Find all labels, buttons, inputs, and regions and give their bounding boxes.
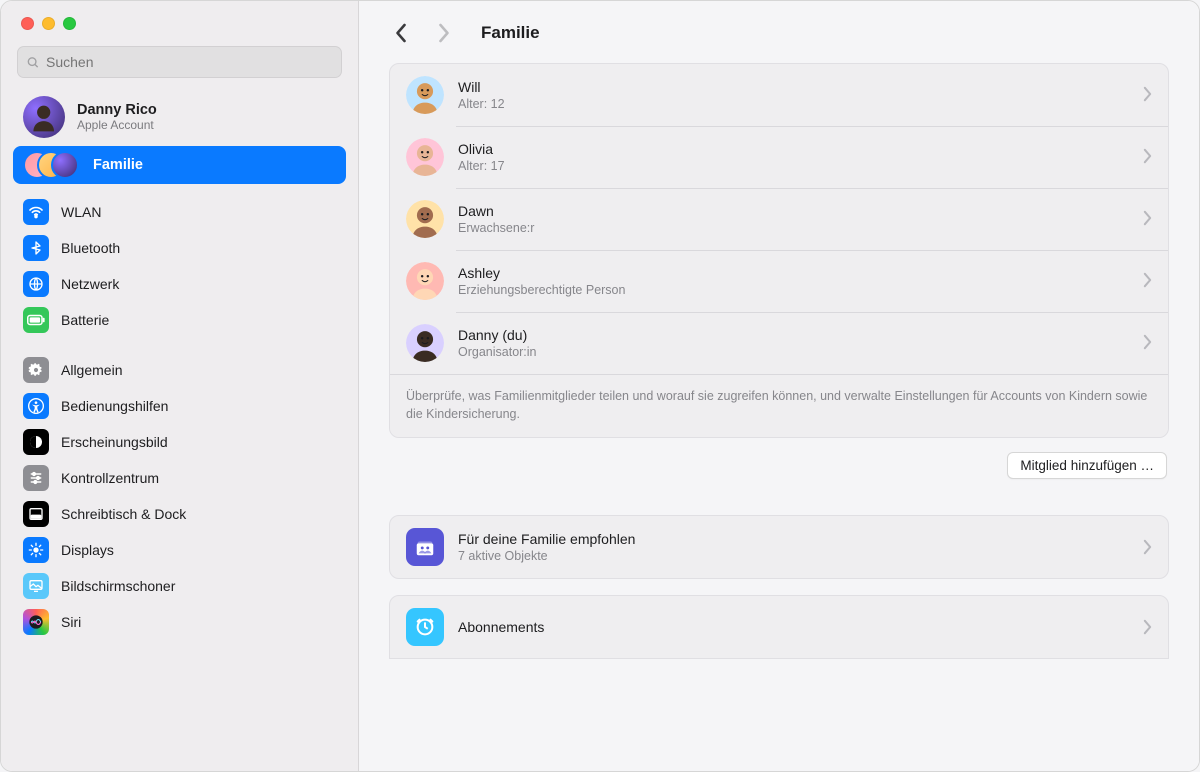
account-sub: Apple Account — [77, 118, 157, 132]
sliders-icon — [23, 465, 49, 491]
recommended-card: Für deine Familie empfohlen 7 aktive Obj… — [389, 515, 1169, 579]
sidebar-item-wlan[interactable]: WLAN — [13, 194, 346, 230]
sidebar-item-kontrollzentrum[interactable]: Kontrollzentrum — [13, 460, 346, 496]
family-member-row[interactable]: Ashley Erziehungsberechtigte Person — [390, 250, 1168, 312]
toolbar: Familie — [359, 1, 1199, 63]
content-pane: Familie Will Alter: 12 Olivia Alter: 17 Dawn… — [359, 1, 1199, 771]
sidebar-item-label: Bedienungshilfen — [61, 398, 168, 414]
sidebar-item-label: Batterie — [61, 312, 109, 328]
chevron-right-icon — [437, 23, 450, 43]
sidebar-item-label: Kontrollzentrum — [61, 470, 159, 486]
recommended-row[interactable]: Für deine Familie empfohlen 7 aktive Obj… — [390, 516, 1168, 578]
member-sub: Erwachsene:r — [458, 221, 1129, 235]
battery-icon — [23, 307, 49, 333]
sidebar-item-displays[interactable]: Displays — [13, 532, 346, 568]
screensaver-icon — [23, 573, 49, 599]
chevron-right-icon — [1143, 86, 1152, 105]
settings-window: Danny Rico Apple Account Familie WLAN Blu… — [0, 0, 1200, 772]
member-name: Dawn — [458, 203, 1129, 219]
sidebar-item-bildschirmschoner[interactable]: Bildschirmschoner — [13, 568, 346, 604]
chevron-right-icon — [1143, 334, 1152, 353]
sidebar-item-label: Familie — [93, 157, 143, 173]
bluetooth-icon — [23, 235, 49, 261]
appearance-icon — [23, 429, 49, 455]
chevron-left-icon — [395, 23, 408, 43]
member-sub: Erziehungsberechtigte Person — [458, 283, 1129, 297]
sidebar-item-bedienungshilfen[interactable]: Bedienungshilfen — [13, 388, 346, 424]
sidebar-item-label: Bluetooth — [61, 240, 120, 256]
chevron-right-icon — [1143, 148, 1152, 167]
sidebar-item-bluetooth[interactable]: Bluetooth — [13, 230, 346, 266]
gear-icon — [23, 357, 49, 383]
chevron-right-icon — [1143, 619, 1152, 635]
sidebar-item-batterie[interactable]: Batterie — [13, 302, 346, 338]
sidebar-item-label: Bildschirmschoner — [61, 578, 175, 594]
recommended-sub: 7 aktive Objekte — [458, 549, 1129, 563]
family-avatars-icon — [23, 151, 81, 179]
family-members-footer: Überprüfe, was Familienmitglieder teilen… — [390, 374, 1168, 437]
access-icon — [23, 393, 49, 419]
wifi-icon — [23, 199, 49, 225]
family-member-row[interactable]: Will Alter: 12 — [390, 64, 1168, 126]
recommended-title: Für deine Familie empfohlen — [458, 531, 1129, 547]
window-controls — [1, 1, 358, 40]
subscriptions-row[interactable]: Abonnements — [390, 596, 1168, 658]
add-member-button[interactable]: Mitglied hinzufügen … — [1007, 452, 1167, 479]
member-avatar — [406, 138, 444, 176]
minimize-window-button[interactable] — [42, 17, 55, 30]
family-members-card: Will Alter: 12 Olivia Alter: 17 Dawn Erwachse… — [389, 63, 1169, 438]
sidebar-item-schreibtisch-dock[interactable]: Schreibtisch & Dock — [13, 496, 346, 532]
chevron-right-icon — [1143, 539, 1152, 555]
close-window-button[interactable] — [21, 17, 34, 30]
search-input[interactable] — [46, 54, 333, 70]
member-sub: Organisator:in — [458, 345, 1129, 359]
subscriptions-card: Abonnements — [389, 595, 1169, 659]
chevron-right-icon — [1143, 210, 1152, 229]
sidebar-item-label: Netzwerk — [61, 276, 119, 292]
sidebar-item-label: Schreibtisch & Dock — [61, 506, 186, 522]
sidebar-item-label: Erscheinungsbild — [61, 434, 168, 450]
family-member-row[interactable]: Dawn Erwachsene:r — [390, 188, 1168, 250]
member-avatar — [406, 76, 444, 114]
family-member-row[interactable]: Danny (du) Organisator:in — [390, 312, 1168, 374]
subscriptions-title: Abonnements — [458, 619, 1129, 635]
fullscreen-window-button[interactable] — [63, 17, 76, 30]
sidebar-item-account[interactable]: Danny Rico Apple Account — [13, 88, 346, 146]
member-name: Ashley — [458, 265, 1129, 281]
display-icon — [23, 537, 49, 563]
sidebar-item-label: WLAN — [61, 204, 101, 220]
sidebar-item-family[interactable]: Familie — [13, 146, 346, 184]
account-name: Danny Rico — [77, 102, 157, 118]
sidebar-item-netzwerk[interactable]: Netzwerk — [13, 266, 346, 302]
siri-icon — [23, 609, 49, 635]
sidebar-item-label: Allgemein — [61, 362, 122, 378]
family-member-row[interactable]: Olivia Alter: 17 — [390, 126, 1168, 188]
member-avatar — [406, 200, 444, 238]
account-avatar — [23, 96, 65, 138]
sidebar-item-label: Displays — [61, 542, 114, 558]
subscriptions-icon — [406, 608, 444, 646]
recommended-icon — [406, 528, 444, 566]
page-title: Familie — [481, 23, 540, 43]
dock-icon — [23, 501, 49, 527]
sidebar-item-label: Siri — [61, 614, 81, 630]
search-icon — [26, 55, 40, 70]
member-sub: Alter: 17 — [458, 159, 1129, 173]
member-name: Will — [458, 79, 1129, 95]
member-avatar — [406, 262, 444, 300]
sidebar: Danny Rico Apple Account Familie WLAN Blu… — [1, 1, 359, 771]
nav-forward-button[interactable] — [431, 19, 455, 47]
member-sub: Alter: 12 — [458, 97, 1129, 111]
sidebar-item-siri[interactable]: Siri — [13, 604, 346, 640]
chevron-right-icon — [1143, 272, 1152, 291]
sidebar-item-allgemein[interactable]: Allgemein — [13, 352, 346, 388]
member-name: Olivia — [458, 141, 1129, 157]
member-name: Danny (du) — [458, 327, 1129, 343]
search-field[interactable] — [17, 46, 342, 78]
member-avatar — [406, 324, 444, 362]
globe-icon — [23, 271, 49, 297]
nav-back-button[interactable] — [389, 19, 413, 47]
sidebar-item-erscheinungsbild[interactable]: Erscheinungsbild — [13, 424, 346, 460]
